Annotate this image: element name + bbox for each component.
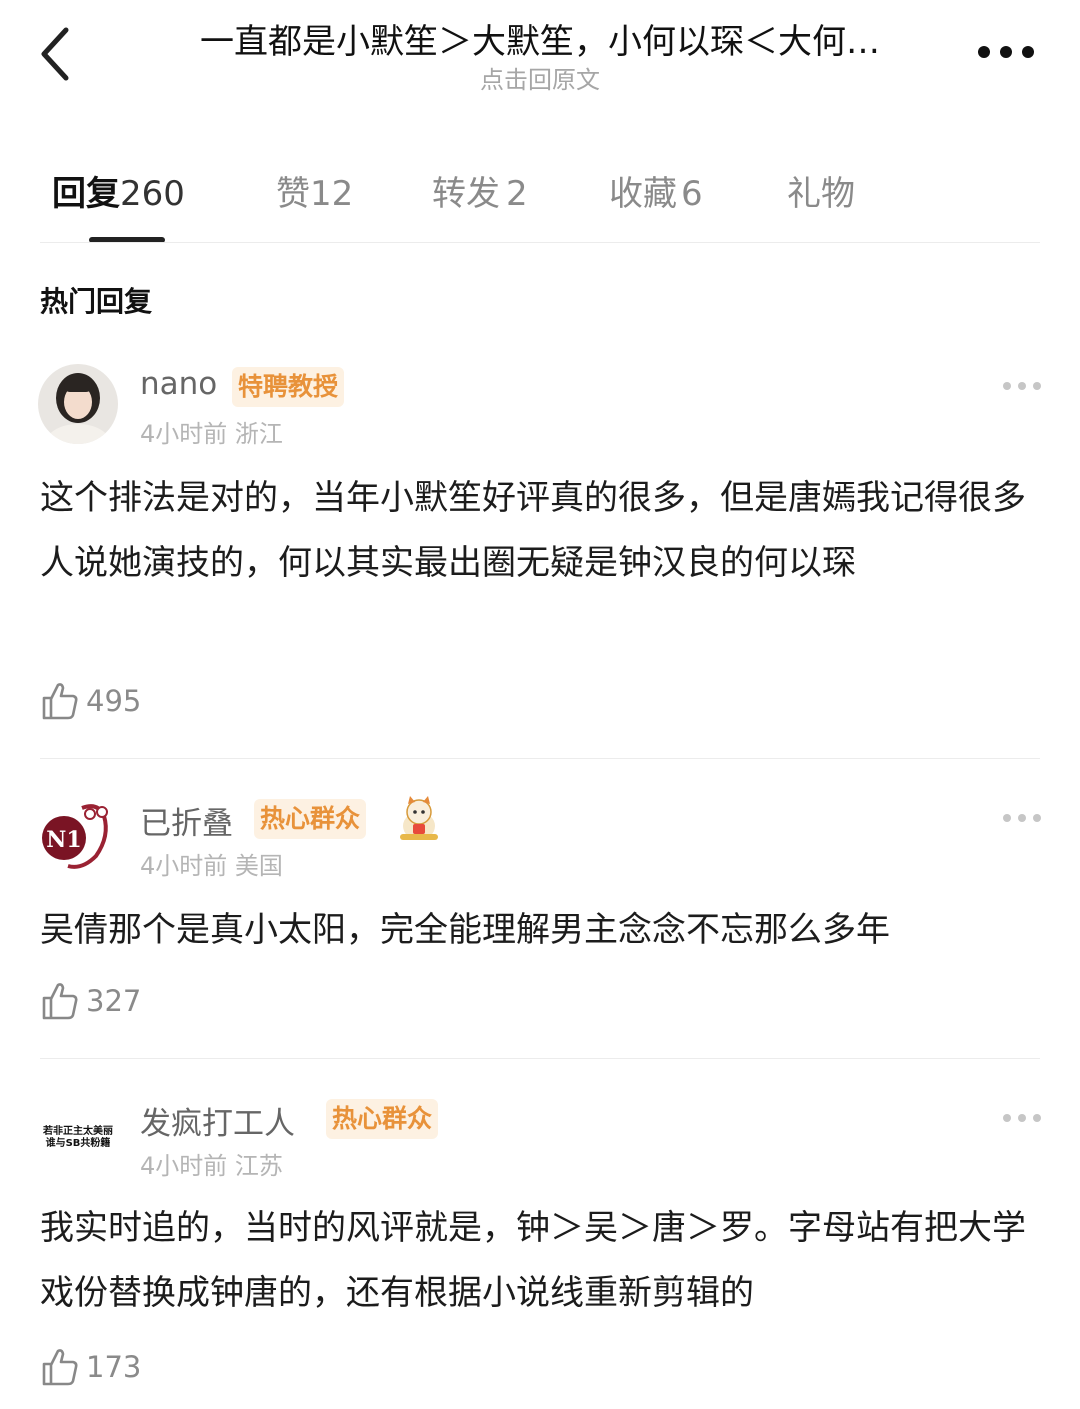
tab-label: 转发: [432, 174, 500, 214]
tab-gifts[interactable]: 礼物: [787, 166, 855, 215]
tab-label: 回复: [52, 174, 120, 214]
tab-bar: 回复260 赞12 转发 2 收藏 6 礼物: [0, 150, 1080, 245]
back-to-original-link[interactable]: 点击回原文: [140, 60, 940, 95]
header-bar: 一直都是小默笙＞大默笙，小何以琛＜大何… 点击回原文: [0, 0, 1080, 110]
more-dots-icon: [1003, 814, 1041, 822]
tab-count: 12: [310, 174, 354, 214]
tabs-divider: [40, 242, 1040, 243]
user-badge: 热心群众: [254, 799, 367, 839]
user-badge: 热心群众: [326, 1099, 439, 1139]
more-dots-icon: [1003, 382, 1041, 390]
tab-count: 2: [506, 174, 528, 214]
avatar-logo-text: N1: [46, 827, 81, 853]
comment-location: 浙江: [234, 420, 283, 448]
comment-text: 吴倩那个是真小太阳，完全能理解男主念念不忘那么多年: [40, 910, 890, 950]
comment-time: 4小时前: [140, 1152, 228, 1180]
comment-text: 我实时追的，当时的风评就是，钟＞吴＞唐＞罗。字母站有把大学戏份替换成钟唐的，还有…: [40, 1208, 1026, 1313]
back-button[interactable]: [30, 18, 90, 88]
comment-location: 美国: [234, 852, 283, 880]
like-count: 495: [86, 684, 142, 718]
avatar-logo: N1: [38, 796, 118, 876]
comment-more-button[interactable]: [1000, 808, 1044, 828]
thumbs-up-icon: [42, 683, 78, 720]
lucky-cat-icon: [396, 794, 442, 842]
more-button[interactable]: [970, 28, 1042, 76]
username[interactable]: 已折叠: [140, 798, 233, 843]
avatar[interactable]: 若非正主太美丽 谁与SB共粉籍: [38, 1098, 118, 1178]
username[interactable]: nano: [140, 366, 217, 402]
tab-favorites[interactable]: 收藏 6: [609, 166, 703, 215]
comment-time: 4小时前: [140, 852, 228, 880]
page-title: 一直都是小默笙＞大默笙，小何以琛＜大何…: [200, 22, 880, 62]
tab-count: 260: [120, 174, 185, 214]
comment-more-button[interactable]: [1000, 1108, 1044, 1128]
username[interactable]: 发疯打工人: [140, 1098, 295, 1143]
comment-divider: [40, 1058, 1040, 1059]
avatar-text: 若非正主太美丽 谁与SB共粉籍: [43, 1126, 113, 1149]
tab-label: 礼物: [787, 174, 855, 214]
tab-replies[interactable]: 回复260: [52, 166, 185, 215]
avatar-photo: [38, 364, 118, 444]
user-badge: 特聘教授: [232, 367, 345, 407]
comment-more-button[interactable]: [1000, 376, 1044, 396]
comment-meta: 4小时前 浙江: [140, 414, 283, 449]
comment-text: 这个排法是对的，当年小默笙好评真的很多，但是唐嫣我记得很多人说她演技的，何以其实…: [40, 478, 1026, 583]
thumbs-up-icon: [42, 983, 78, 1020]
tab-likes[interactable]: 赞12: [276, 166, 353, 215]
like-count: 327: [86, 984, 142, 1018]
comment-location: 江苏: [234, 1152, 283, 1180]
chevron-left-icon: [41, 27, 69, 81]
comment-meta: 4小时前 美国: [140, 846, 283, 881]
more-dots-icon: [978, 46, 1034, 58]
avatar[interactable]: [38, 364, 118, 444]
comment-divider: [40, 758, 1040, 759]
like-count: 173: [86, 1350, 142, 1384]
tab-reposts[interactable]: 转发 2: [432, 166, 528, 215]
more-dots-icon: [1003, 1114, 1041, 1122]
comment-meta: 4小时前 江苏: [140, 1146, 283, 1181]
tab-label: 收藏: [609, 174, 677, 214]
tab-label: 赞: [276, 174, 310, 214]
tab-count: 6: [681, 174, 703, 214]
avatar[interactable]: N1: [38, 796, 118, 876]
comment-time: 4小时前: [140, 420, 228, 448]
section-title: 热门回复: [40, 285, 153, 318]
thumbs-up-icon: [42, 1349, 78, 1386]
